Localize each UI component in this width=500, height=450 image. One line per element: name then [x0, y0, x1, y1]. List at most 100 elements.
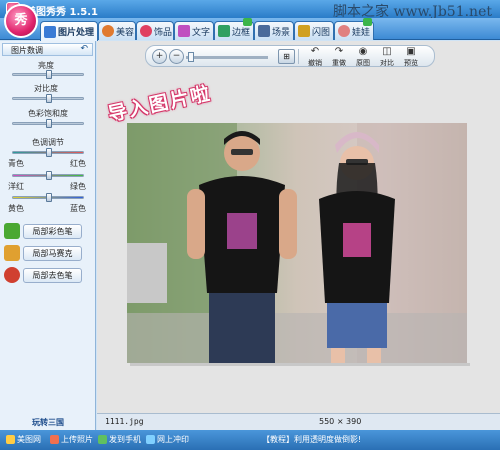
undo-icon: ↶: [310, 46, 320, 57]
app-logo: 秀: [4, 4, 38, 38]
footer-link-label: 上传照片: [61, 435, 93, 444]
redo-button[interactable]: ↷ 重做: [328, 46, 350, 68]
zoom-slider[interactable]: [186, 52, 268, 62]
print-icon: [146, 435, 155, 444]
panel-title: 图片数调: [11, 46, 43, 55]
footer-link-label: 网上冲印: [157, 435, 189, 444]
new-badge: [243, 18, 252, 26]
online-print-link[interactable]: 网上冲印: [146, 434, 189, 445]
saturation-label: 色彩饱和度: [28, 109, 68, 118]
tutorial-tip-link[interactable]: 【教程】利用透明度做倒影!: [262, 434, 361, 445]
decolor-brush-button[interactable]: 局部去色笔: [4, 267, 82, 283]
fit-window-icon[interactable]: ⊞: [278, 49, 295, 64]
three-kingdoms-link[interactable]: 玩转三国: [0, 417, 96, 428]
compare-button[interactable]: ◫ 对比: [376, 46, 398, 68]
color-tone-label: 色调调节: [32, 138, 64, 147]
preview-icon: ▣: [406, 46, 416, 57]
saturation-slider[interactable]: [12, 119, 84, 128]
tool-label: 局部马赛克: [23, 245, 82, 261]
action-label: 对比: [380, 59, 394, 67]
tab-bar: 秀 图片处理 美容 饰品 文字 边框 场景 闪图 娃娃: [0, 4, 500, 41]
frame-icon: [218, 25, 230, 37]
tab-label: 边框: [232, 27, 251, 38]
mosaic-icon: [4, 245, 20, 261]
decolor-brush-icon: [4, 267, 20, 283]
new-badge: [363, 18, 372, 26]
heart-icon: [140, 25, 152, 37]
scene-icon: [258, 25, 270, 37]
image-toolbar: + − ⊞ ↶ 撤销 ↷ 重做 ◉ 原图 ◫ 对比 ▣ 预览: [145, 45, 435, 67]
tab-image-edit[interactable]: 图片处理: [40, 21, 98, 41]
meitu-web-icon: [6, 435, 15, 444]
tab-label: 闪图: [312, 27, 331, 38]
mosaic-button[interactable]: 局部马赛克: [4, 245, 82, 261]
preview-button[interactable]: ▣ 预览: [400, 46, 422, 68]
zoom-thumb[interactable]: [188, 52, 194, 62]
tab-label: 场景: [272, 27, 291, 38]
action-label: 撤销: [308, 59, 322, 67]
phone-icon: [98, 435, 107, 444]
slider-thumb[interactable]: [46, 70, 52, 79]
tab-text[interactable]: 文字: [174, 21, 214, 40]
original-button[interactable]: ◉ 原图: [352, 46, 374, 68]
import-image-prompt[interactable]: 导入图片啦: [105, 78, 213, 126]
canvas-area: + − ⊞ ↶ 撤销 ↷ 重做 ◉ 原图 ◫ 对比 ▣ 预览 导入图片啦: [97, 41, 500, 413]
magenta-label: 洋红: [8, 182, 24, 191]
zoom-out-icon[interactable]: −: [169, 49, 184, 64]
footer-link-label: 发到手机: [109, 435, 141, 444]
redo-icon: ↷: [334, 46, 344, 57]
status-bar: 1111.jpg 550 × 390: [97, 413, 500, 430]
tab-label: 饰品: [154, 27, 173, 38]
tab-flash[interactable]: 闪图: [294, 21, 334, 40]
slider-thumb[interactable]: [46, 94, 52, 103]
magenta-green-slider[interactable]: [12, 171, 84, 180]
action-label: 预览: [404, 59, 418, 67]
slider-thumb[interactable]: [46, 148, 52, 157]
yellow-label: 黄色: [8, 204, 24, 213]
red-label: 红色: [70, 159, 86, 168]
tab-doll[interactable]: 娃娃: [334, 18, 374, 40]
original-icon: ◉: [358, 46, 368, 57]
toolbar-divider: [298, 49, 299, 64]
color-brush-icon: [4, 223, 20, 239]
slider-thumb[interactable]: [46, 193, 52, 202]
photo-canvas[interactable]: [127, 123, 467, 363]
compare-icon: ◫: [382, 46, 392, 57]
tool-label: 局部去色笔: [23, 267, 82, 283]
text-icon: [178, 25, 190, 37]
adjust-panel: 图片数调 ↶ 亮度 对比度 色彩饱和度 色调调节 青色 红色 洋红 绿色 黄色 …: [0, 41, 96, 430]
action-label: 重做: [332, 59, 346, 67]
panel-header: 图片数调 ↶: [2, 43, 93, 56]
send-to-phone-link[interactable]: 发到手机: [98, 434, 141, 445]
green-label: 绿色: [70, 182, 86, 191]
undo-button[interactable]: ↶ 撤销: [304, 46, 326, 68]
tab-frame[interactable]: 边框: [214, 18, 254, 40]
slider-thumb[interactable]: [46, 119, 52, 128]
zoom-in-icon[interactable]: +: [152, 49, 167, 64]
photo-shadow: [130, 363, 470, 366]
yellow-blue-slider[interactable]: [12, 193, 84, 202]
brightness-slider[interactable]: [12, 70, 84, 79]
tab-accessories[interactable]: 饰品: [136, 21, 174, 40]
color-brush-button[interactable]: 局部彩色笔: [4, 223, 82, 239]
tab-label: 美容: [116, 27, 135, 38]
footer-bar: 美图网 上传照片 发到手机 网上冲印 【教程】利用透明度做倒影!: [0, 430, 500, 450]
slider-thumb[interactable]: [46, 171, 52, 180]
face-icon: [102, 25, 114, 37]
meitu-web-link[interactable]: 美图网: [6, 434, 41, 445]
tab-label: 文字: [192, 27, 211, 38]
contrast-slider[interactable]: [12, 94, 84, 103]
tab-scene[interactable]: 场景: [254, 21, 294, 40]
cyan-red-slider[interactable]: [12, 148, 84, 157]
reset-icon[interactable]: ↶: [80, 44, 88, 54]
image-dimensions: 550 × 390: [319, 417, 362, 426]
file-name: 1111.jpg: [105, 417, 144, 426]
action-label: 原图: [356, 59, 370, 67]
flash-icon: [298, 25, 310, 37]
photo-illustration: [127, 123, 467, 363]
tab-label: 娃娃: [352, 27, 371, 38]
upload-photo-link[interactable]: 上传照片: [50, 434, 93, 445]
title-bar: 美图秀秀 1.5.1 脚本之家 www.Jb51.net: [0, 0, 500, 20]
tab-label: 图片处理: [58, 28, 95, 38]
tab-beauty[interactable]: 美容: [98, 21, 136, 40]
